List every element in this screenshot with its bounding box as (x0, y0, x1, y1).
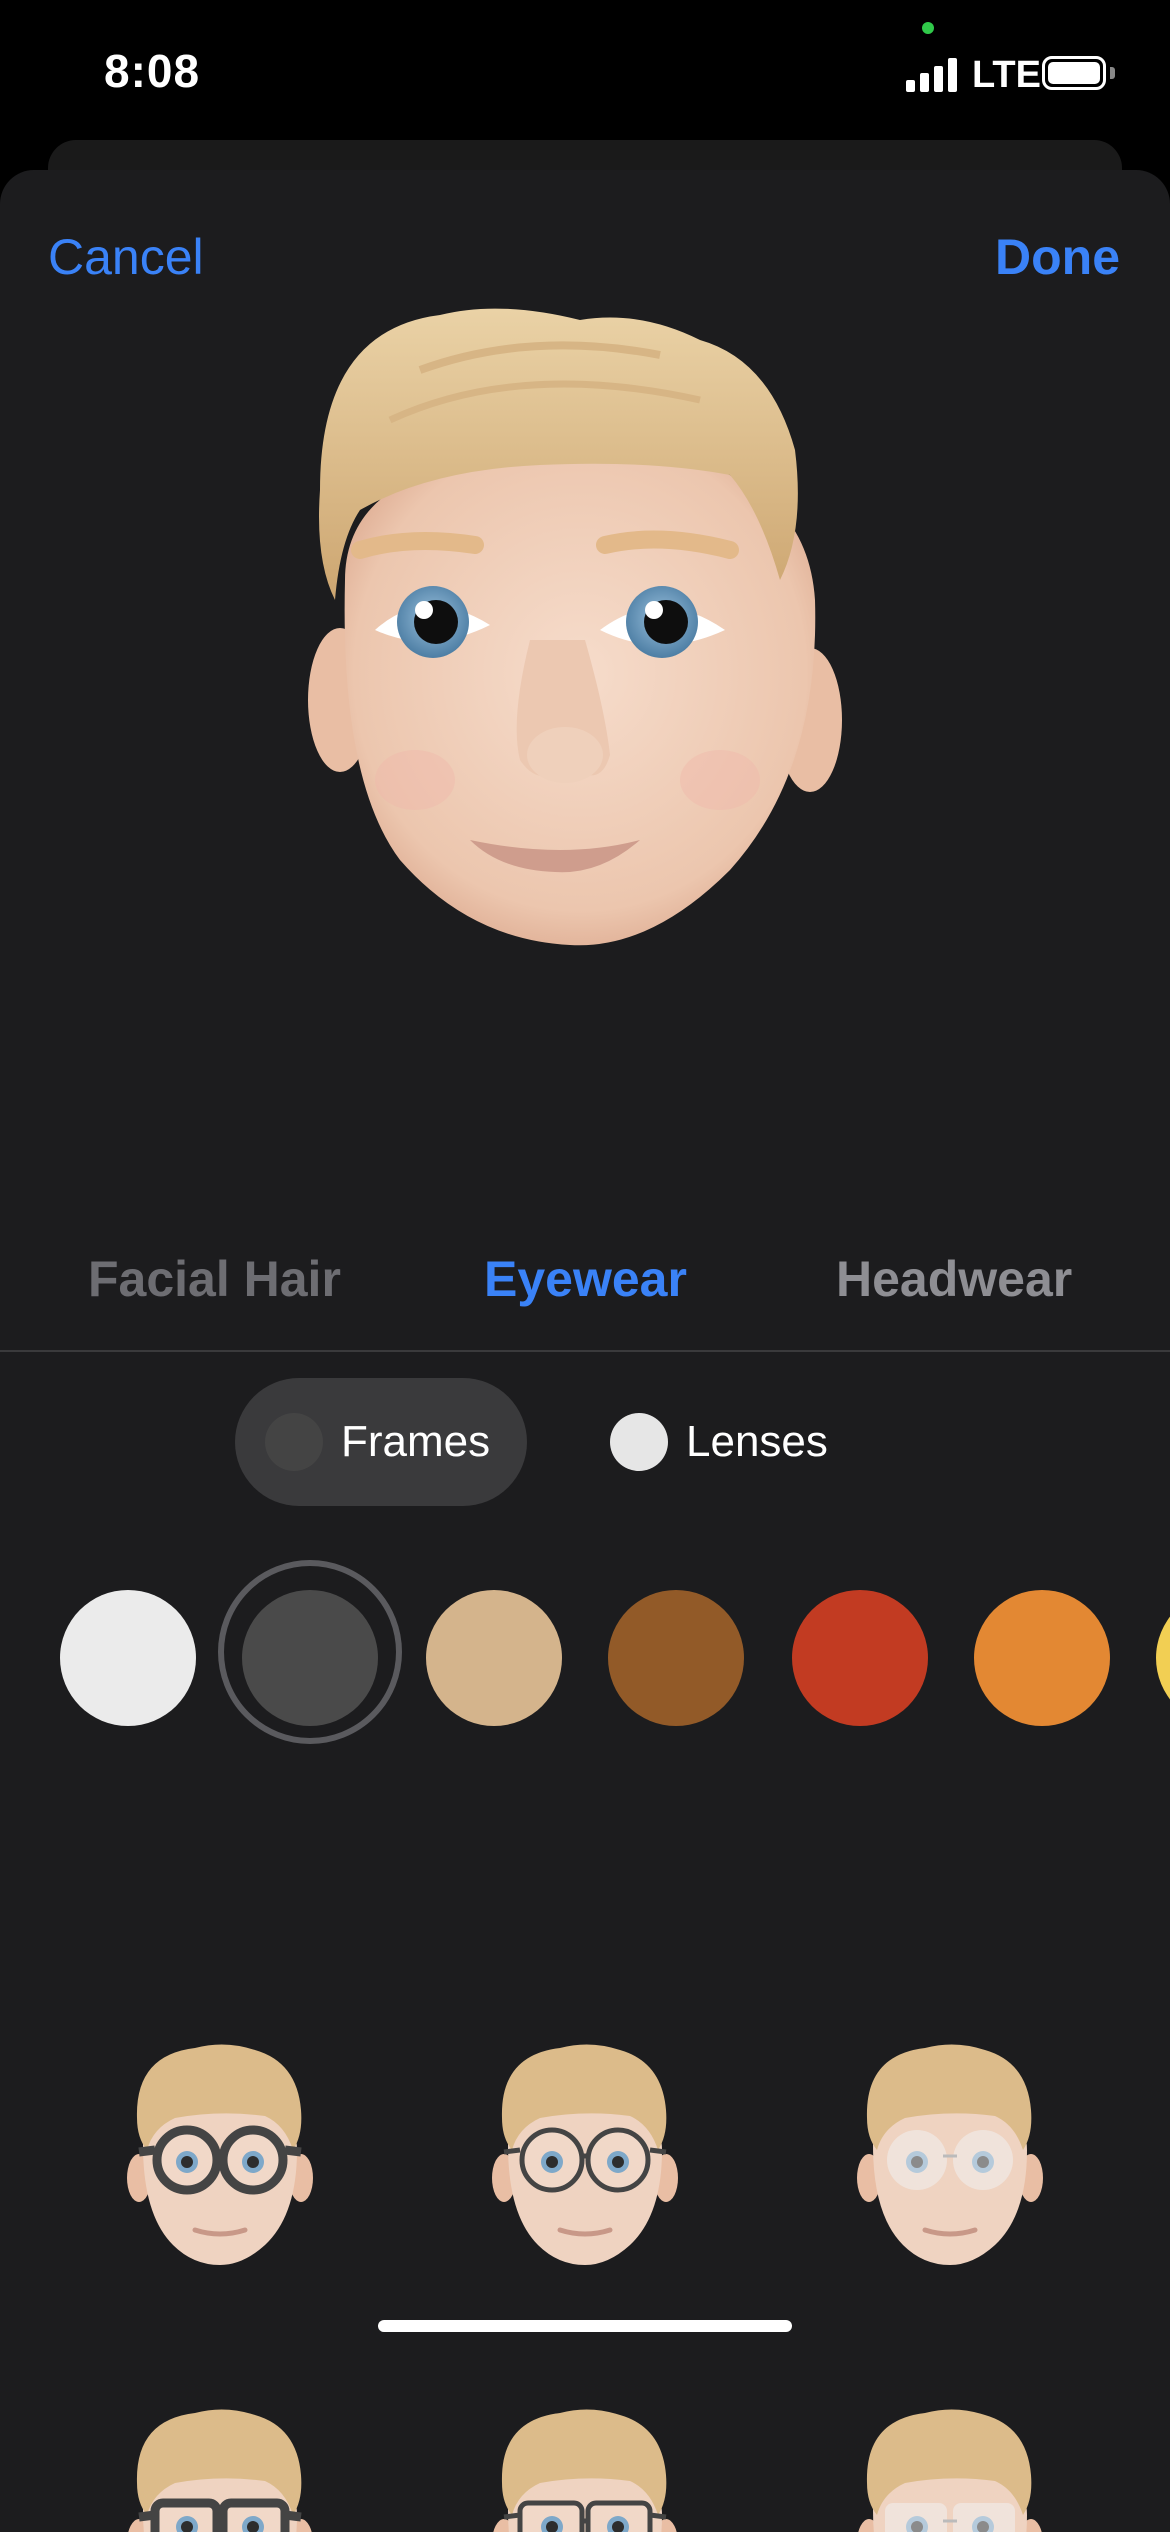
status-bar: 8:08 LTE (0, 0, 1170, 150)
swatch-red[interactable] (792, 1590, 928, 1726)
tab-facial-hair[interactable]: Facial Hair (88, 1250, 341, 1308)
eyewear-option[interactable] (125, 2040, 315, 2280)
segment-lenses[interactable]: Lenses (580, 1378, 880, 1506)
eyewear-option[interactable] (855, 2405, 1045, 2532)
tab-eyewear[interactable]: Eyewear (484, 1250, 687, 1308)
cancel-button[interactable]: Cancel (48, 228, 204, 286)
network-label: LTE (972, 54, 1041, 96)
home-indicator (378, 2320, 792, 2332)
tab-headwear[interactable]: Headwear (836, 1250, 1072, 1308)
swatch-orange[interactable] (974, 1590, 1110, 1726)
category-tabs: Facial Hair Eyewear Headwear (0, 1230, 1170, 1350)
segment-frames[interactable]: Frames (235, 1378, 527, 1506)
segment-lenses-label: Lenses (686, 1417, 828, 1466)
done-button[interactable]: Done (995, 228, 1120, 286)
color-swatches (0, 1560, 1170, 1760)
swatch-brown[interactable] (608, 1590, 744, 1726)
memoji-editor-sheet: Cancel Done Facial Hair Eyewear Headwear… (0, 170, 1170, 2532)
cellular-signal-icon (906, 58, 960, 92)
swatch-yellow[interactable] (1156, 1590, 1170, 1726)
frames-color-dot (265, 1413, 323, 1471)
eyewear-option[interactable] (490, 2405, 680, 2532)
eyewear-option[interactable] (490, 2040, 680, 2280)
clock: 8:08 (104, 45, 201, 97)
divider (0, 1350, 1170, 1352)
memoji-preview (308, 308, 842, 946)
segment-frames-label: Frames (341, 1417, 491, 1466)
swatch-white[interactable] (60, 1590, 196, 1726)
battery-icon (1042, 56, 1106, 90)
lenses-color-dot (610, 1413, 668, 1471)
eyewear-option[interactable] (125, 2405, 315, 2532)
battery-cap (1110, 67, 1115, 79)
eyewear-option[interactable] (855, 2040, 1045, 2280)
swatch-tan[interactable] (426, 1590, 562, 1726)
privacy-indicator-dot (922, 22, 934, 34)
swatch-dark-gray[interactable] (242, 1590, 378, 1726)
